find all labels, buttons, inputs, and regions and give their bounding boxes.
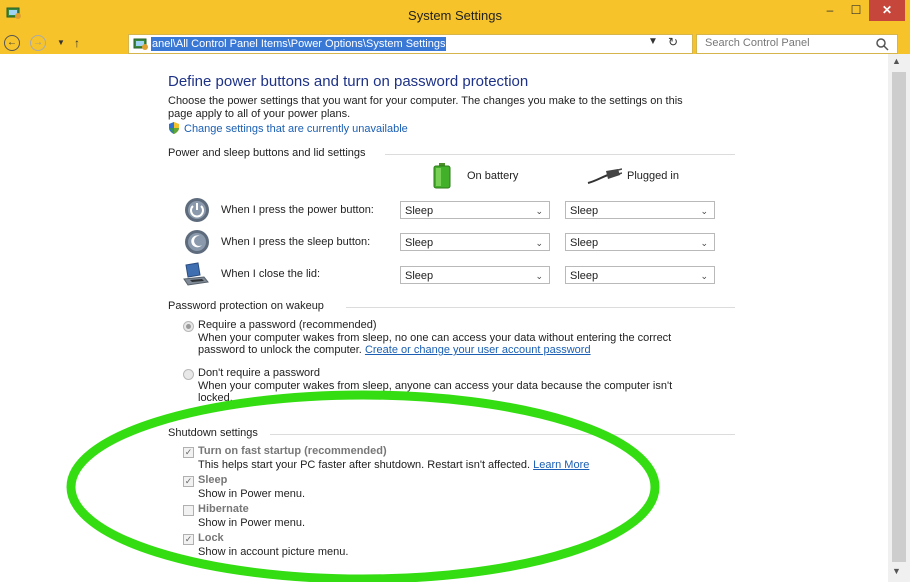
select-value: Sleep (405, 270, 434, 282)
learn-more-link[interactable]: Learn More (533, 459, 589, 471)
shutdown-section-title: Shutdown settings (168, 427, 258, 439)
fast-startup-desc-text: This helps start your PC faster after sh… (198, 459, 531, 471)
maximize-button[interactable]: ☐ (843, 0, 869, 21)
divider (385, 154, 735, 155)
sleep-button-icon (185, 230, 209, 254)
fast-startup-checkbox[interactable]: ✓ (183, 447, 194, 458)
up-button[interactable]: ↑ (68, 34, 86, 52)
back-button[interactable]: ← (4, 35, 20, 51)
lock-checkbox[interactable]: ✓ (183, 534, 194, 545)
require-password-radio[interactable] (183, 321, 194, 332)
address-dropdown-icon[interactable]: ▼ (648, 36, 658, 47)
close-button[interactable]: ✕ (869, 0, 905, 21)
laptop-lid-icon (183, 262, 209, 286)
battery-icon (433, 163, 451, 189)
main-content: Define power buttons and turn on passwor… (0, 54, 888, 582)
address-bar[interactable]: anel\All Control Panel Items\Power Optio… (128, 34, 693, 54)
vertical-scrollbar[interactable]: ▲ ▼ (888, 54, 910, 582)
select-value: Sleep (405, 237, 434, 249)
require-password-desc-2: password to unlock the computer. Create … (198, 344, 591, 357)
scroll-up-icon[interactable]: ▲ (892, 56, 901, 66)
select-value: Sleep (570, 237, 599, 249)
title-bar: System Settings – ☐ ✕ (0, 0, 910, 32)
change-settings-link[interactable]: Change settings that are currently unava… (168, 122, 408, 135)
chevron-down-icon: ⌄ (535, 238, 543, 248)
scroll-down-icon[interactable]: ▼ (892, 566, 901, 576)
select-value: Sleep (570, 205, 599, 217)
no-password-desc-1: When your computer wakes from sleep, any… (198, 380, 673, 392)
intro-text: Choose the power settings that you want … (168, 95, 728, 121)
power-section-title: Power and sleep buttons and lid settings (168, 147, 366, 159)
sleep-button-battery-select[interactable]: Sleep ⌄ (400, 233, 550, 251)
close-lid-battery-select[interactable]: Sleep ⌄ (400, 266, 550, 284)
intro-line-1: Choose the power settings that you want … (168, 95, 683, 107)
control-panel-icon (133, 38, 148, 50)
column-plugged-in: Plugged in (627, 170, 679, 182)
minimize-button[interactable]: – (817, 0, 843, 21)
fast-startup-desc: This helps start your PC faster after sh… (198, 459, 589, 472)
no-password-desc-2: locked. (198, 392, 233, 404)
hibernate-checkbox[interactable] (183, 505, 194, 516)
chevron-down-icon: ⌄ (535, 271, 543, 281)
chevron-down-icon: ⌄ (700, 271, 708, 281)
close-lid-label: When I close the lid: (221, 268, 321, 280)
power-button-battery-select[interactable]: Sleep ⌄ (400, 201, 550, 219)
sleep-label[interactable]: Sleep (198, 474, 227, 486)
scroll-thumb[interactable] (892, 72, 906, 562)
search-placeholder: Search Control Panel (705, 37, 810, 49)
create-password-link[interactable]: Create or change your user account passw… (365, 344, 591, 356)
power-button-icon (185, 198, 209, 222)
intro-line-2: page apply to all of your power plans. (168, 108, 351, 120)
uac-shield-icon (169, 122, 179, 134)
sleep-desc: Show in Power menu. (198, 488, 305, 500)
select-value: Sleep (570, 270, 599, 282)
power-button-label: When I press the power button: (221, 204, 374, 216)
hibernate-desc: Show in Power menu. (198, 517, 305, 529)
hibernate-label[interactable]: Hibernate (198, 503, 249, 515)
divider (346, 307, 735, 308)
column-on-battery: On battery (467, 170, 519, 182)
sleep-button-plugged-select[interactable]: Sleep ⌄ (565, 233, 715, 251)
forward-button[interactable]: → (30, 35, 46, 51)
chevron-down-icon: ⌄ (535, 206, 543, 216)
address-text[interactable]: anel\All Control Panel Items\Power Optio… (151, 37, 447, 51)
chevron-down-icon: ⌄ (700, 206, 708, 216)
require-password-label[interactable]: Require a password (recommended) (198, 319, 377, 332)
no-password-radio[interactable] (183, 369, 194, 380)
chevron-down-icon: ⌄ (700, 238, 708, 248)
search-icon[interactable] (875, 37, 889, 51)
fast-startup-label[interactable]: Turn on fast startup (recommended) (198, 445, 387, 457)
navigation-bar: ← → ▼ ↑ anel\All Control Panel Items\Pow… (0, 32, 910, 54)
close-lid-plugged-select[interactable]: Sleep ⌄ (565, 266, 715, 284)
password-section-title: Password protection on wakeup (168, 300, 324, 312)
no-password-label[interactable]: Don't require a password (198, 367, 320, 380)
sleep-button-label: When I press the sleep button: (221, 236, 371, 248)
plug-icon (587, 168, 622, 184)
require-password-desc-prefix: password to unlock the computer. (198, 344, 362, 356)
power-button-plugged-select[interactable]: Sleep ⌄ (565, 201, 715, 219)
lock-label[interactable]: Lock (198, 532, 224, 544)
search-input[interactable]: Search Control Panel (696, 34, 898, 54)
divider (270, 434, 735, 435)
window-title: System Settings (408, 8, 502, 23)
page-title: Define power buttons and turn on passwor… (168, 73, 529, 90)
lock-desc: Show in account picture menu. (198, 546, 349, 558)
refresh-icon[interactable]: ↻ (668, 35, 678, 49)
change-settings-label[interactable]: Change settings that are currently unava… (184, 123, 408, 135)
select-value: Sleep (405, 205, 434, 217)
sleep-checkbox[interactable]: ✓ (183, 476, 194, 487)
